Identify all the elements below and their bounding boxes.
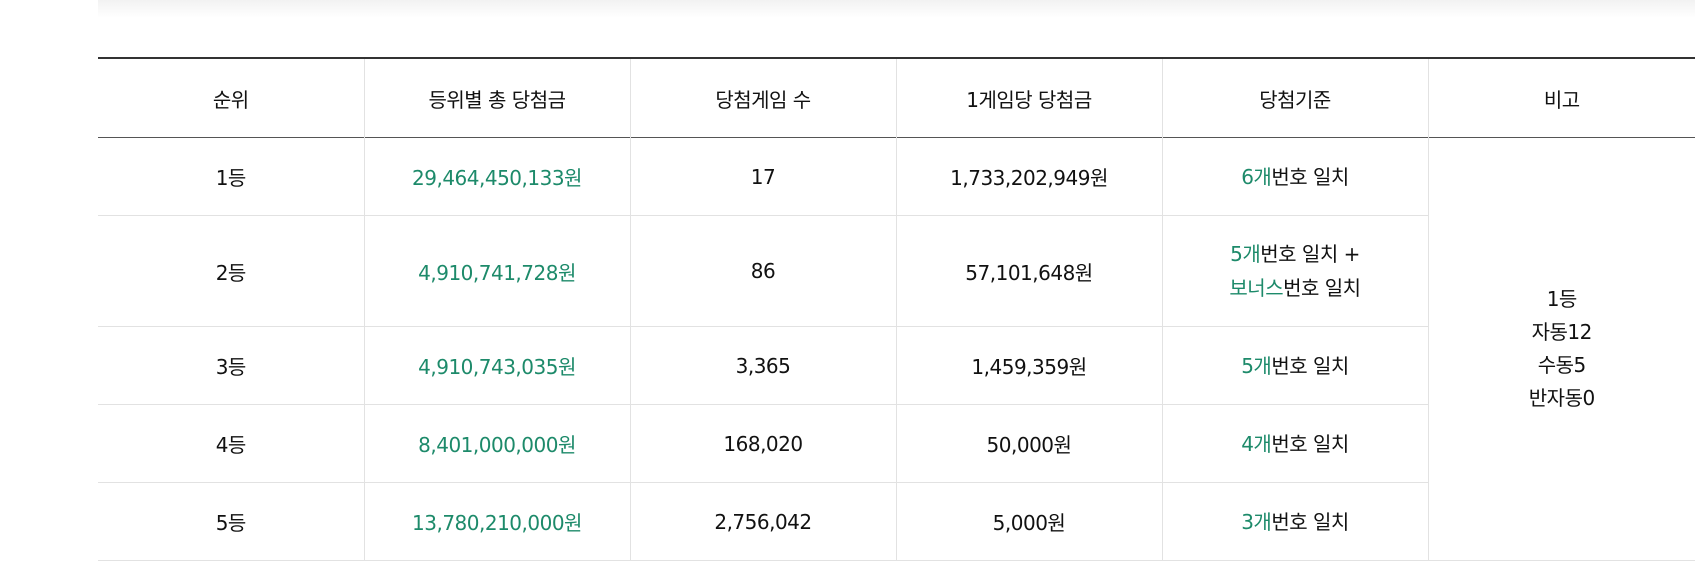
criteria-text: 번호 일치	[1271, 431, 1349, 456]
header-rank: 순위	[98, 58, 365, 138]
total-prize-cell: 13,780,210,000원	[364, 482, 631, 561]
criteria-highlight: 6개	[1241, 164, 1272, 189]
prize-per-game-cell: 5,000원	[896, 482, 1163, 561]
total-prize-cell: 29,464,450,133원	[364, 137, 631, 216]
table-header-row: 순위 등위별 총 당첨금 당첨게임 수 1게임당 당첨금 당첨기준 비고	[98, 58, 1695, 138]
criteria-line: 5개번호 일치 +	[1163, 237, 1428, 271]
criteria-cell: 3개번호 일치	[1162, 482, 1429, 561]
header-remark: 비고	[1543, 87, 1580, 112]
remark-line: 반자동0	[1528, 386, 1595, 410]
criteria-cell: 4개번호 일치	[1162, 404, 1429, 483]
rank-cell: 2등	[98, 215, 365, 327]
criteria-cell: 6개번호 일치	[1162, 137, 1429, 216]
header-prize-per-game: 1게임당 당첨금	[896, 58, 1163, 138]
winning-games-cell: 168,020	[630, 404, 897, 483]
criteria-cell: 5개번호 일치 + 보너스번호 일치	[1162, 215, 1429, 327]
winning-games-cell: 3,365	[630, 326, 897, 405]
rank-cell: 1등	[98, 137, 365, 216]
rank-cell: 4등	[98, 404, 365, 483]
rank-cell: 3등	[98, 326, 365, 405]
prize-per-game-cell: 1,733,202,949원	[896, 137, 1163, 216]
winning-games-cell: 86	[630, 215, 897, 327]
winning-games-cell: 2,756,042	[630, 482, 897, 561]
criteria-line: 보너스번호 일치	[1163, 271, 1428, 305]
criteria-text: 번호 일치	[1271, 164, 1349, 189]
criteria-highlight: 3개	[1241, 509, 1272, 534]
remark-line: 자동12	[1531, 320, 1593, 344]
header-winning-games: 당첨게임 수	[630, 58, 897, 138]
total-prize-cell: 4,910,741,728원	[364, 215, 631, 327]
criteria-highlight: 보너스	[1229, 276, 1284, 300]
winning-games-cell: 17	[630, 137, 897, 216]
criteria-highlight: 4개	[1241, 431, 1272, 456]
rank-cell: 5등	[98, 482, 365, 561]
criteria-text: 번호 일치	[1271, 509, 1349, 534]
criteria-highlight: 5개	[1230, 242, 1261, 266]
prize-per-game-cell: 50,000원	[896, 404, 1163, 483]
remark-line: 수동5	[1537, 353, 1587, 377]
table-row: 1등 29,464,450,133원 17 1,733,202,949원 6개번…	[98, 137, 1695, 410]
prize-per-game-cell: 57,101,648원	[896, 215, 1163, 327]
top-panel-shadow	[98, 0, 1695, 18]
total-prize-cell: 8,401,000,000원	[364, 404, 631, 483]
header-total-prize: 등위별 총 당첨금	[364, 58, 631, 138]
header-criteria: 당첨기준	[1162, 58, 1429, 138]
criteria-text: 번호 일치 +	[1260, 242, 1360, 266]
criteria-cell: 5개번호 일치	[1162, 326, 1429, 405]
criteria-text: 번호 일치	[1271, 353, 1349, 378]
remark-cell: 1등 자동12 수동5 반자동0	[1428, 138, 1695, 561]
total-prize-cell: 4,910,743,035원	[364, 326, 631, 405]
prize-table: 순위 등위별 총 당첨금 당첨게임 수 1게임당 당첨금 당첨기준 비고 1등 …	[98, 57, 1695, 561]
criteria-highlight: 5개	[1241, 353, 1272, 378]
criteria-text: 번호 일치	[1283, 276, 1361, 300]
remark-line: 1등	[1546, 287, 1578, 311]
prize-per-game-cell: 1,459,359원	[896, 326, 1163, 405]
